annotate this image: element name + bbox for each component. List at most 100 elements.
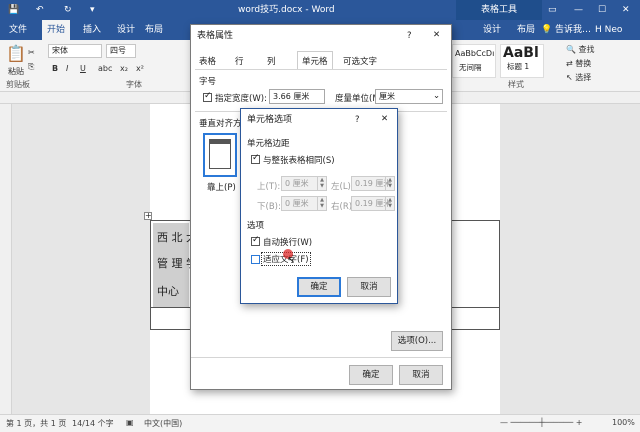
- left-margin-field[interactable]: 0.19 厘米 ▲ ▼: [351, 176, 395, 191]
- preferred-width-label: 指定宽度(W):: [215, 94, 267, 104]
- qat-more-icon[interactable]: ▾: [90, 0, 95, 20]
- superscript-button[interactable]: x²: [136, 64, 144, 73]
- align-top-option[interactable]: [203, 133, 237, 177]
- measure-dropdown-icon[interactable]: ⌄: [433, 91, 440, 101]
- bottom-margin-spin-icon[interactable]: ▲ ▼: [317, 197, 326, 210]
- undo-icon[interactable]: ↶: [36, 0, 44, 20]
- title-bar: 💾 ↶ ↻ ▾ word技巧.docx - Word 表格工具 ▭ — ☐ ✕: [0, 0, 640, 20]
- top-margin-value: 0 厘米: [285, 179, 309, 188]
- align-top-label: 靠上(P): [207, 183, 236, 193]
- vertical-ruler: [0, 104, 12, 414]
- tab-layout[interactable]: 布局: [140, 20, 168, 40]
- cell-options-title: 单元格选项: [241, 109, 397, 131]
- tab-design[interactable]: 设计: [112, 20, 140, 40]
- same-as-table-label: 与整张表格相同(S): [263, 156, 335, 166]
- cell-options-close-icon[interactable]: ✕: [381, 114, 388, 124]
- mouse-pointer-icon: ↖: [287, 255, 296, 266]
- paste-icon[interactable]: 📋: [6, 44, 26, 63]
- left-margin-spin-icon[interactable]: ▲ ▼: [385, 177, 394, 190]
- copy-icon[interactable]: ⎘: [28, 62, 34, 72]
- tab-table-design[interactable]: 设计: [478, 20, 506, 40]
- zoom-slider[interactable]: — ──────┼────── +: [500, 418, 582, 427]
- style-heading-1-name: 标题 1: [507, 62, 530, 71]
- size-section-label: 字号: [199, 77, 217, 87]
- style-no-spacing-preview: AaBbCcDı: [455, 49, 495, 58]
- tab-divider: [195, 69, 447, 70]
- tab-insert[interactable]: 插入: [78, 20, 106, 40]
- top-margin-spin-icon[interactable]: ▲ ▼: [317, 177, 326, 190]
- cell-options-cancel-button[interactable]: 取消: [347, 277, 391, 297]
- tab-table[interactable]: 表格: [199, 55, 216, 67]
- align-top-icon: [209, 139, 231, 169]
- bottom-margin-value: 0 厘米: [285, 199, 309, 208]
- status-bar: 第 1 页，共 1 页 14/14 个字 ▣ 中文(中国) — ──────┼─…: [0, 414, 640, 432]
- top-margin-field[interactable]: 0 厘米 ▲ ▼: [281, 176, 327, 191]
- italic-button[interactable]: I: [66, 64, 68, 73]
- style-no-spacing[interactable]: AaBbCcDı 无间隔: [452, 44, 496, 78]
- table-props-ok-button[interactable]: 确定: [349, 365, 393, 385]
- tab-row[interactable]: 行: [235, 55, 244, 67]
- redo-icon[interactable]: ↻: [64, 0, 72, 20]
- tab-alt-text[interactable]: 可选文字: [343, 55, 377, 67]
- table-tools-context-tab: 表格工具: [456, 0, 542, 20]
- help-icon[interactable]: ?: [407, 31, 412, 41]
- fit-text-checkbox[interactable]: [251, 255, 260, 264]
- find-label: 查找: [578, 45, 595, 54]
- user-name[interactable]: H Neo: [590, 20, 627, 40]
- zoom-level[interactable]: 100%: [612, 418, 635, 427]
- styles-group-label: 样式: [508, 80, 524, 89]
- proofing-icon[interactable]: ▣: [126, 418, 134, 427]
- cell-line-3: 中心: [157, 285, 179, 298]
- language[interactable]: 中文(中国): [144, 418, 182, 429]
- tab-file[interactable]: 文件: [4, 20, 32, 40]
- table-move-handle-icon[interactable]: +: [144, 212, 152, 220]
- close-icon[interactable]: ✕: [622, 0, 630, 20]
- table-properties-title: 表格属性: [197, 31, 234, 41]
- maximize-icon[interactable]: ☐: [598, 0, 606, 20]
- style-heading-1[interactable]: AaBl 标题 1: [500, 44, 544, 78]
- preferred-width-checkbox[interactable]: [203, 91, 212, 102]
- tab-home[interactable]: 开始: [42, 20, 71, 40]
- clipboard-group-label: 剪贴板: [6, 80, 30, 89]
- replace-label: 替换: [575, 59, 592, 68]
- wrap-text-checkbox[interactable]: [251, 235, 260, 246]
- minimize-icon[interactable]: —: [574, 0, 583, 20]
- page-count[interactable]: 第 1 页，共 1 页: [6, 418, 66, 429]
- underline-button[interactable]: U: [80, 64, 86, 73]
- bold-button[interactable]: B: [52, 64, 58, 73]
- same-as-table-checkbox[interactable]: [251, 153, 260, 164]
- table-props-cancel-button[interactable]: 取消: [399, 365, 443, 385]
- tab-cell[interactable]: 单元格: [297, 51, 333, 70]
- right-margin-spin-icon[interactable]: ▲ ▼: [385, 197, 394, 210]
- replace-button[interactable]: ⇄ 替换: [566, 58, 591, 69]
- tab-column[interactable]: 列: [267, 55, 276, 67]
- wrap-text-label: 自动换行(W): [263, 238, 313, 248]
- options-button[interactable]: 选项(O)...: [391, 331, 443, 351]
- right-margin-field[interactable]: 0.19 厘米 ▲ ▼: [351, 196, 395, 211]
- select-label: 选择: [575, 73, 592, 82]
- font-name-box[interactable]: 宋体: [48, 44, 102, 58]
- ribbon-options-icon[interactable]: ▭: [548, 0, 557, 20]
- options-section-label: 选项: [247, 221, 265, 231]
- top-margin-label: 上(T):: [257, 182, 281, 192]
- find-button[interactable]: 🔍 查找: [566, 44, 595, 55]
- footer-divider: [191, 357, 451, 358]
- dialog-close-icon[interactable]: ✕: [433, 30, 440, 40]
- cell-options-dialog: 单元格选项 ? ✕ 单元格边距 与整张表格相同(S) 上(T): 0 厘米▲▼ …: [240, 108, 398, 304]
- subscript-button[interactable]: x₂: [120, 64, 128, 73]
- word-count[interactable]: 14/14 个字: [72, 418, 114, 429]
- preferred-width-field[interactable]: 3.66 厘米: [269, 89, 325, 104]
- cut-icon[interactable]: ✂: [28, 48, 35, 57]
- bottom-margin-field[interactable]: 0 厘米 ▲ ▼: [281, 196, 327, 211]
- font-group-label: 字体: [126, 80, 142, 89]
- cell-margins-section-label: 单元格边距: [247, 139, 290, 149]
- cell-options-help-icon[interactable]: ?: [355, 115, 360, 125]
- font-size-box[interactable]: 四号: [106, 44, 136, 58]
- strikethrough-button[interactable]: abc: [98, 64, 112, 73]
- cell-options-ok-button[interactable]: 确定: [297, 277, 341, 297]
- select-button[interactable]: ↖ 选择: [566, 72, 591, 83]
- save-icon[interactable]: 💾: [8, 0, 19, 20]
- paste-button[interactable]: 粘贴: [8, 66, 24, 77]
- window-title: word技巧.docx - Word: [238, 5, 335, 15]
- style-no-spacing-name: 无间隔: [459, 63, 482, 72]
